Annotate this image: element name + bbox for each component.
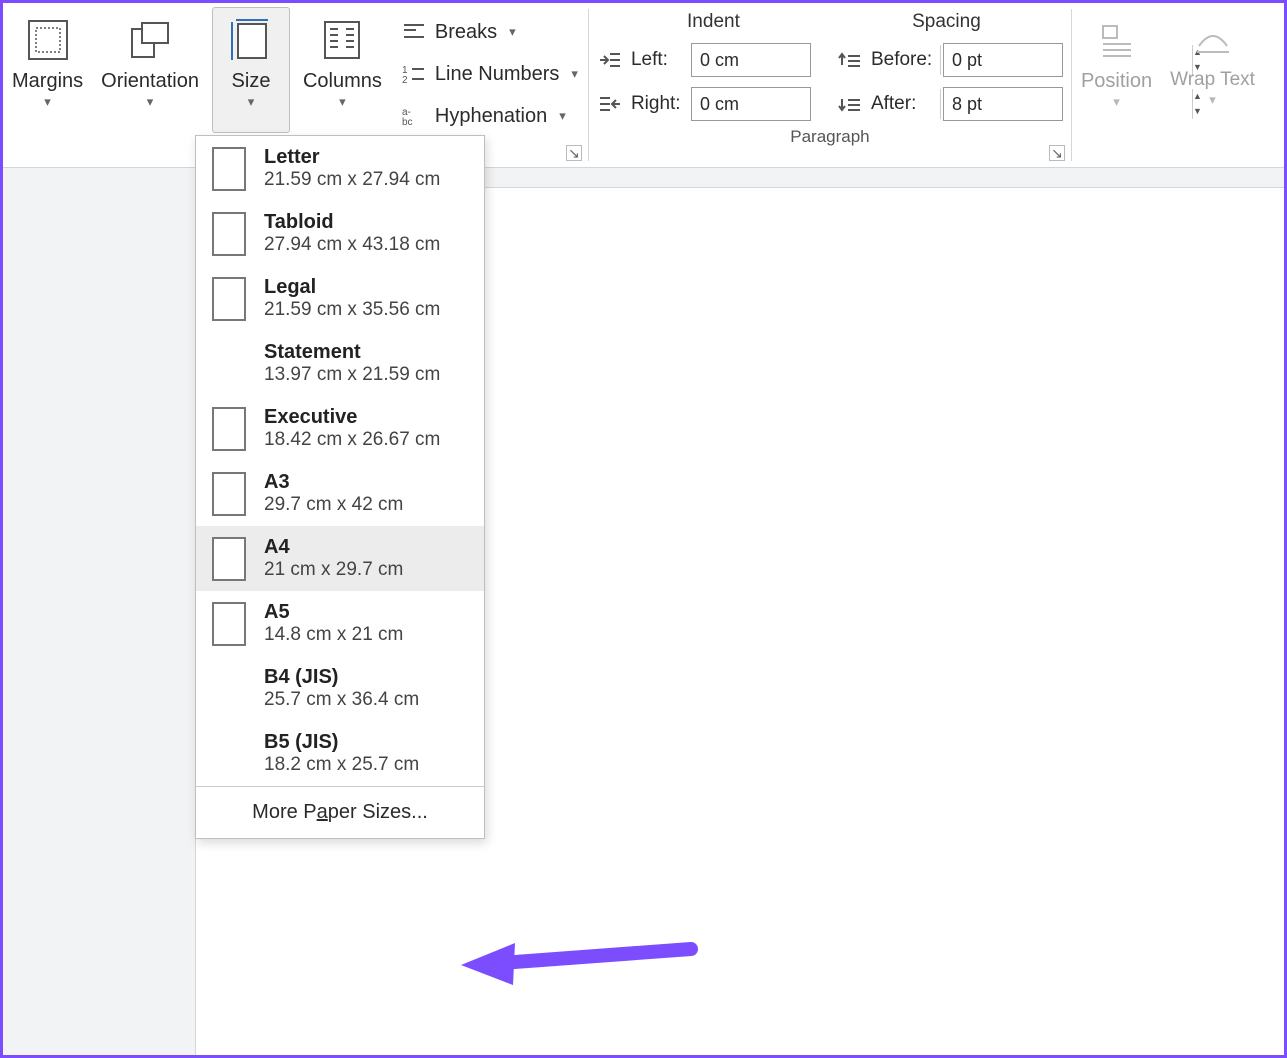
page-icon (212, 212, 246, 256)
breaks-icon (401, 19, 427, 45)
svg-text:2: 2 (402, 75, 408, 85)
size-option-dimensions: 21.59 cm x 27.94 cm (264, 169, 440, 191)
line-numbers-button[interactable]: 12 Line Numbers ▾ (395, 53, 584, 95)
page-icon (212, 277, 246, 321)
paragraph-launcher[interactable]: ↘ (1049, 145, 1065, 161)
indent-title: Indent (597, 7, 830, 37)
size-option-name: Executive (264, 406, 440, 429)
page-icon (212, 537, 246, 581)
svg-text:bc: bc (402, 117, 413, 127)
size-button[interactable]: Size ▾ (212, 7, 290, 133)
size-option-name: A4 (264, 536, 403, 559)
page-icon (212, 407, 246, 451)
hyphenation-icon: a-bc (401, 103, 427, 129)
paragraph-group: Indent Spacing Left: ▲▼ Before: ▲▼ (589, 3, 1071, 167)
size-option-legal[interactable]: Legal21.59 cm x 35.56 cm (196, 266, 484, 331)
chevron-down-icon: ▾ (559, 108, 566, 124)
size-dropdown: Letter21.59 cm x 27.94 cmTabloid27.94 cm… (195, 135, 485, 839)
chevron-down-icon: ▾ (1113, 94, 1120, 110)
indent-right-spinner[interactable]: ▲▼ (691, 87, 811, 121)
size-option-name: B4 (JIS) (264, 666, 419, 689)
size-option-a3[interactable]: A329.7 cm x 42 cm (196, 461, 484, 526)
chevron-down-icon: ▾ (509, 24, 516, 40)
size-option-dimensions: 27.94 cm x 43.18 cm (264, 234, 440, 256)
size-option-dimensions: 25.7 cm x 36.4 cm (264, 689, 419, 711)
indent-left-spinner[interactable]: ▲▼ (691, 43, 811, 77)
page-setup-launcher[interactable]: ↘ (566, 145, 582, 161)
size-option-name: A5 (264, 601, 403, 624)
spacing-after-label: After: (871, 93, 935, 115)
size-option-name: Legal (264, 276, 440, 299)
size-option-b4-jis-[interactable]: B4 (JIS)25.7 cm x 36.4 cm (196, 656, 484, 721)
size-option-dimensions: 18.42 cm x 26.67 cm (264, 429, 440, 451)
columns-icon (318, 16, 366, 64)
spacing-before-label: Before: (871, 49, 935, 71)
size-option-dimensions: 14.8 cm x 21 cm (264, 624, 403, 646)
size-option-dimensions: 21 cm x 29.7 cm (264, 559, 403, 581)
size-option-name: B5 (JIS) (264, 731, 419, 754)
margins-icon (24, 16, 72, 64)
spacing-before-icon (837, 49, 863, 71)
chevron-down-icon: ▾ (248, 94, 255, 110)
spacing-after-spinner[interactable]: ▲▼ (943, 87, 1063, 121)
position-button[interactable]: Position ▾ (1076, 7, 1157, 133)
page-icon (212, 472, 246, 516)
size-option-a5[interactable]: A514.8 cm x 21 cm (196, 591, 484, 656)
chevron-down-icon: ▾ (1209, 92, 1216, 108)
more-paper-sizes[interactable]: More Paper Sizes... (196, 787, 484, 838)
chevron-down-icon: ▾ (339, 94, 346, 110)
page-icon (212, 147, 246, 191)
size-option-statement[interactable]: Statement13.97 cm x 21.59 cm (196, 331, 484, 396)
size-option-name: Tabloid (264, 211, 440, 234)
orientation-button[interactable]: Orientation ▾ (96, 7, 204, 133)
chevron-down-icon: ▾ (44, 94, 51, 110)
size-option-tabloid[interactable]: Tabloid27.94 cm x 43.18 cm (196, 201, 484, 266)
size-option-b5-jis-[interactable]: B5 (JIS)18.2 cm x 25.7 cm (196, 721, 484, 786)
size-option-a4[interactable]: A421 cm x 29.7 cm (196, 526, 484, 591)
position-icon (1093, 16, 1141, 64)
wrap-text-button[interactable]: Wrap Text ▾ (1165, 7, 1260, 133)
line-numbers-icon: 12 (401, 61, 427, 87)
page-icon (212, 602, 246, 646)
hyphenation-button[interactable]: a-bc Hyphenation ▾ (395, 95, 584, 137)
chevron-down-icon: ▾ (147, 94, 154, 110)
spacing-before-spinner[interactable]: ▲▼ (943, 43, 1063, 77)
indent-left-label: Left: (631, 49, 683, 71)
size-option-letter[interactable]: Letter21.59 cm x 27.94 cm (196, 136, 484, 201)
size-option-dimensions: 29.7 cm x 42 cm (264, 494, 403, 516)
indent-right-icon (597, 93, 623, 115)
columns-button[interactable]: Columns ▾ (298, 7, 387, 133)
indent-left-icon (597, 49, 623, 71)
size-option-name: Statement (264, 341, 440, 364)
size-icon (227, 16, 275, 64)
size-option-name: A3 (264, 471, 403, 494)
wrap-text-icon (1189, 16, 1237, 64)
spacing-after-icon (837, 93, 863, 115)
size-option-dimensions: 18.2 cm x 25.7 cm (264, 754, 419, 776)
orientation-icon (126, 16, 174, 64)
size-option-executive[interactable]: Executive18.42 cm x 26.67 cm (196, 396, 484, 461)
chevron-down-icon: ▾ (571, 66, 578, 82)
breaks-button[interactable]: Breaks ▾ (395, 11, 584, 53)
size-option-dimensions: 13.97 cm x 21.59 cm (264, 364, 440, 386)
size-option-dimensions: 21.59 cm x 35.56 cm (264, 299, 440, 321)
margins-button[interactable]: Margins ▾ (7, 7, 88, 133)
spacing-title: Spacing (830, 7, 1063, 37)
size-option-name: Letter (264, 146, 440, 169)
indent-right-label: Right: (631, 93, 683, 115)
paragraph-caption: Paragraph (597, 127, 1063, 147)
